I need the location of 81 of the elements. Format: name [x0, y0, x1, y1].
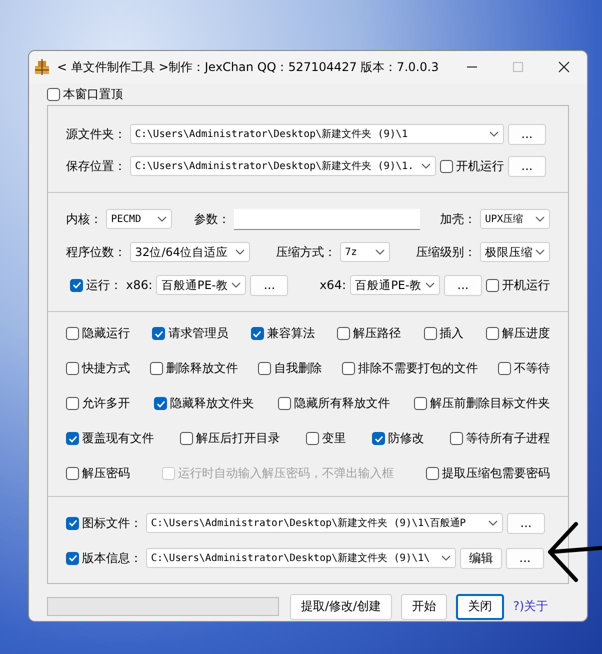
- shell-combo[interactable]: UPX压缩: [480, 209, 550, 229]
- source-folder-combo[interactable]: C:\Users\Administrator\Desktop\新建文件夹 (9)\1: [130, 124, 504, 144]
- option-checkbox[interactable]: 覆盖现有文件: [66, 430, 154, 447]
- chevron-down-icon: [441, 555, 451, 561]
- edit-button[interactable]: 编辑: [460, 548, 502, 568]
- kernel-label: 内核：: [66, 210, 102, 228]
- source-label: 源文件夹：: [66, 126, 126, 142]
- browse-button[interactable]: ...: [444, 274, 482, 296]
- x64-label: x64:: [320, 278, 346, 292]
- option-checkbox[interactable]: 解压后打开目录: [180, 430, 280, 447]
- method-label: 压缩方式：: [276, 244, 336, 260]
- bits-label: 程序位数：: [66, 244, 126, 260]
- option-checkbox[interactable]: 隐藏释放文件夹: [154, 395, 254, 412]
- option-checkbox[interactable]: 等待所有子进程: [450, 430, 550, 447]
- method-combo[interactable]: 7z: [340, 242, 390, 262]
- action-button[interactable]: 开始: [401, 594, 448, 620]
- chevron-down-icon: [235, 249, 245, 255]
- check-icon: [68, 434, 78, 444]
- resource-path-combo[interactable]: C:\Users\Administrator\Desktop\新建文件夹 (9)\1\百般通P: [146, 513, 503, 533]
- x64-combo[interactable]: 百般通PE-教: [350, 275, 440, 295]
- option-checkbox[interactable]: 删除释放文件: [150, 360, 238, 377]
- package-icon: [33, 58, 51, 76]
- chevron-down-icon: [157, 216, 167, 222]
- option-checkbox[interactable]: 解压密码: [66, 465, 130, 482]
- chevron-down-icon: [375, 249, 385, 255]
- chevron-down-icon: [421, 163, 431, 169]
- chevron-down-icon: [535, 249, 545, 255]
- check-icon: [156, 398, 166, 408]
- option-checkbox[interactable]: 防修改: [372, 430, 424, 447]
- option-checkbox[interactable]: 解压进度: [486, 325, 550, 342]
- option-checkbox[interactable]: 插入: [424, 325, 464, 342]
- option-checkbox[interactable]: 隐藏运行: [66, 325, 130, 342]
- chevron-down-icon: [535, 216, 545, 222]
- x86-label: x86:: [126, 278, 152, 292]
- compression-level-label: 压缩级别：: [416, 244, 476, 260]
- option-checkbox[interactable]: 变里: [306, 430, 346, 447]
- save-location-combo[interactable]: C:\Users\Administrator\Desktop\新建文件夹 (9)\1.: [130, 156, 436, 176]
- action-button[interactable]: 提取/修改/创建: [290, 594, 392, 620]
- browse-button[interactable]: ...: [508, 156, 546, 176]
- params-field[interactable]: [234, 208, 420, 230]
- shell-label: 加壳：: [440, 210, 476, 228]
- params-label: 参数：: [194, 210, 230, 228]
- option-checkbox[interactable]: 隐藏所有释放文件: [278, 395, 390, 412]
- chevron-down-icon: [425, 282, 435, 288]
- kernel-combo[interactable]: PECMD: [106, 209, 172, 229]
- option-checkbox[interactable]: 快捷方式: [66, 360, 130, 377]
- chevron-down-icon: [489, 131, 499, 137]
- check-icon: [68, 553, 78, 563]
- autorun-checkbox[interactable]: 开机运行: [440, 158, 504, 174]
- x86-combo[interactable]: 百般通PE-教: [156, 275, 246, 295]
- option-checkbox[interactable]: 解压前删除目标文件夹: [414, 395, 550, 412]
- option-checkbox[interactable]: 提取压缩包需要密码: [426, 465, 550, 482]
- option-checkbox[interactable]: 请求管理员: [152, 325, 228, 342]
- option-checkbox[interactable]: 解压路径: [337, 325, 402, 342]
- check-icon: [154, 328, 164, 338]
- check-icon: [72, 280, 82, 290]
- option-checkbox[interactable]: 兼容算法: [250, 325, 315, 342]
- action-button[interactable]: 关闭: [456, 594, 504, 620]
- check-icon: [252, 328, 262, 338]
- resource-checkbox[interactable]: 图标文件：: [66, 514, 142, 532]
- topmost-checkbox[interactable]: 本窗口置顶: [47, 85, 123, 103]
- window-title: < 单文件制作工具 >制作：JexChan QQ：527104427 版本：7.0.0.3: [57, 58, 439, 76]
- browse-button[interactable]: ...: [250, 274, 288, 296]
- resource-checkbox[interactable]: 版本信息：: [66, 550, 142, 566]
- option-checkbox[interactable]: 自我删除: [258, 360, 322, 377]
- browse-button[interactable]: ...: [506, 548, 544, 568]
- option-checkbox[interactable]: 排除不需要打包的文件: [342, 360, 478, 377]
- resource-path-combo[interactable]: C:\Users\Administrator\Desktop\新建文件夹 (9)\1\: [146, 548, 456, 568]
- save-location-label: 保存位置：: [66, 158, 126, 174]
- chevron-down-icon: [488, 520, 498, 526]
- browse-button[interactable]: ...: [507, 512, 545, 534]
- option-checkbox[interactable]: 允许多开: [66, 395, 130, 412]
- bits-combo[interactable]: 32位/64位自适应: [130, 242, 250, 262]
- check-icon: [374, 434, 384, 444]
- check-icon: [68, 518, 78, 528]
- run-checkbox[interactable]: 运行：: [70, 276, 122, 294]
- option-checkbox[interactable]: 不等待: [498, 360, 550, 377]
- browse-button[interactable]: ...: [508, 124, 546, 144]
- autorun-checkbox[interactable]: 开机运行: [486, 276, 550, 294]
- about-link[interactable]: ?)关于: [513, 598, 548, 615]
- chevron-down-icon: [231, 282, 242, 288]
